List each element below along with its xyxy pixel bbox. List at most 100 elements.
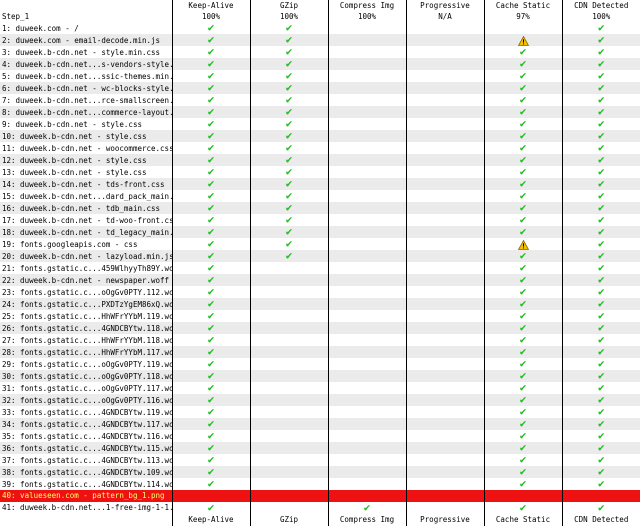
request-url: 21: fonts.gstatic.c...459WlhyyTh89Y.woff… [0, 262, 173, 274]
table-row: 12: duweek.b-cdn.net - style.css ✔ ✔ ✔ ✔ [0, 154, 640, 166]
result-cell [406, 394, 485, 406]
check-icon: ✔ [519, 322, 527, 334]
result-cell: ✔ [172, 406, 251, 418]
header-row: Keep-Alive GZip Compress Img Progressive… [0, 0, 640, 11]
result-cell: ✔ [172, 82, 251, 94]
table-row: 38: fonts.gstatic.c...4GNDCBYtw.109.woff… [0, 466, 640, 478]
result-cell: ✔ [484, 70, 563, 82]
result-cell [406, 298, 485, 310]
result-cell: ✔ [562, 202, 640, 214]
request-url: 36: fonts.gstatic.c...4GNDCBYtw.115.woff… [0, 442, 173, 454]
check-icon: ✔ [207, 454, 215, 466]
warning-icon [517, 35, 529, 46]
check-icon: ✔ [519, 466, 527, 478]
table-row: 20: duweek.b-cdn.net - lazyload.min.js ✔ ✔… [0, 250, 640, 262]
result-cell: ✔ [562, 466, 640, 478]
result-cell: ✔ [484, 202, 563, 214]
table-row: 15: duweek.b-cdn.net...dard_pack_main.cs… [0, 190, 640, 202]
check-icon: ✔ [285, 130, 293, 142]
result-cell: ✔ [250, 70, 329, 82]
check-icon: ✔ [285, 94, 293, 106]
request-url: 33: fonts.gstatic.c...4GNDCBYtw.119.woff… [0, 406, 173, 418]
request-url: 2: duweek.com - email-decode.min.js [0, 34, 173, 46]
result-cell [328, 334, 407, 346]
result-cell [406, 346, 485, 358]
table-row-error: 40: valueseen.com - pattern_bg_1.png [0, 490, 640, 502]
result-cell [406, 214, 485, 226]
result-cell: ✔ [562, 346, 640, 358]
result-cell [484, 238, 563, 250]
result-cell: ✔ [172, 346, 251, 358]
result-cell [406, 202, 485, 214]
column-footer: Keep-Alive [172, 513, 251, 526]
check-icon: ✔ [597, 406, 605, 418]
check-icon: ✔ [207, 406, 215, 418]
result-cell: ✔ [484, 130, 563, 142]
check-icon: ✔ [597, 466, 605, 478]
column-footer: Progressive [406, 513, 485, 526]
request-url: 23: fonts.gstatic.c...oOgGv0PTY.112.woff… [0, 286, 173, 298]
result-cell: ✔ [484, 346, 563, 358]
result-cell [406, 418, 485, 430]
check-icon: ✔ [519, 202, 527, 214]
result-cell [406, 478, 485, 490]
check-icon: ✔ [207, 118, 215, 130]
result-cell [328, 382, 407, 394]
table-row: 13: duweek.b-cdn.net - style.css ✔ ✔ ✔ ✔ [0, 166, 640, 178]
result-cell [328, 154, 407, 166]
check-icon: ✔ [519, 478, 527, 490]
result-cell: ✔ [484, 262, 563, 274]
result-cell [250, 322, 329, 334]
table-row: 5: duweek.b-cdn.net...ssic-themes.min.cs… [0, 70, 640, 82]
result-cell: ✔ [562, 442, 640, 454]
result-cell [406, 154, 485, 166]
check-icon: ✔ [519, 310, 527, 322]
result-cell: ✔ [484, 466, 563, 478]
result-cell: ✔ [484, 454, 563, 466]
result-cell [250, 394, 329, 406]
check-icon: ✔ [519, 250, 527, 262]
result-cell [328, 370, 407, 382]
result-cell: ✔ [562, 142, 640, 154]
request-url: 14: duweek.b-cdn.net - tds-front.css [0, 178, 173, 190]
check-icon: ✔ [285, 190, 293, 202]
check-icon: ✔ [519, 154, 527, 166]
check-icon: ✔ [207, 178, 215, 190]
check-icon: ✔ [597, 166, 605, 178]
check-icon: ✔ [285, 202, 293, 214]
result-cell: ✔ [172, 370, 251, 382]
check-icon: ✔ [207, 286, 215, 298]
request-url: 38: fonts.gstatic.c...4GNDCBYtw.109.woff… [0, 466, 173, 478]
check-icon: ✔ [597, 286, 605, 298]
result-cell: ✔ [250, 82, 329, 94]
result-cell: ✔ [250, 22, 329, 34]
result-cell: ✔ [250, 190, 329, 202]
result-cell: ✔ [250, 106, 329, 118]
check-icon: ✔ [519, 106, 527, 118]
check-icon: ✔ [207, 202, 215, 214]
check-icon: ✔ [207, 382, 215, 394]
result-cell: ✔ [172, 46, 251, 58]
result-cell [406, 262, 485, 274]
result-cell: ✔ [562, 370, 640, 382]
result-cell [406, 166, 485, 178]
result-cell: ✔ [484, 226, 563, 238]
result-cell: ✔ [172, 274, 251, 286]
check-icon: ✔ [519, 82, 527, 94]
check-icon: ✔ [207, 190, 215, 202]
result-cell [406, 370, 485, 382]
result-cell [406, 442, 485, 454]
result-cell [328, 94, 407, 106]
result-cell [406, 406, 485, 418]
request-url: 27: fonts.gstatic.c...HhWFrYYbM.118.woff… [0, 334, 173, 346]
result-cell [328, 442, 407, 454]
result-cell: ✔ [172, 214, 251, 226]
result-cell: ✔ [172, 394, 251, 406]
result-cell [328, 178, 407, 190]
check-icon: ✔ [519, 286, 527, 298]
result-cell: ✔ [562, 238, 640, 250]
check-icon: ✔ [597, 106, 605, 118]
check-icon: ✔ [519, 454, 527, 466]
table-row: 3: duweek.b-cdn.net - style.min.css ✔ ✔ ✔ ✔ [0, 46, 640, 58]
result-cell [406, 46, 485, 58]
